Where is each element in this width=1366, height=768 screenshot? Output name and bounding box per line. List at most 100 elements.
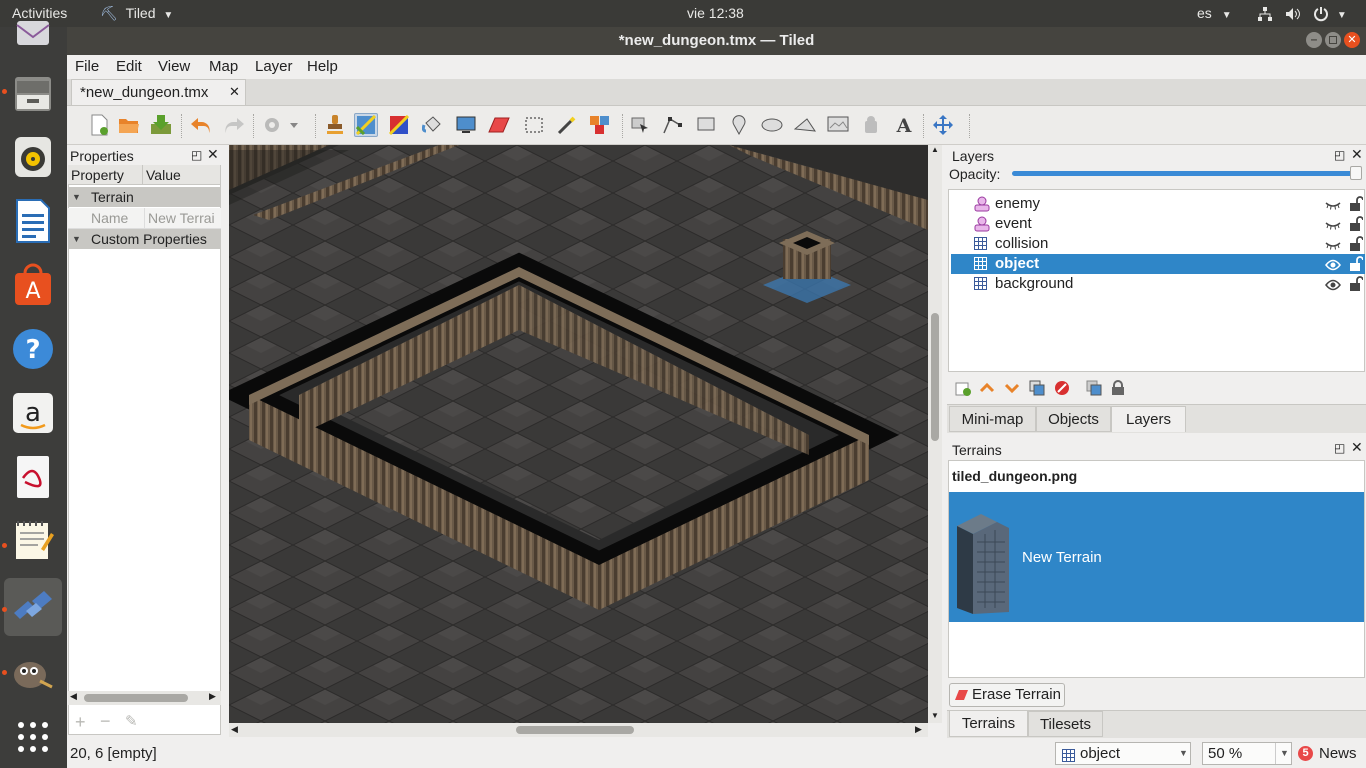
language-indicator[interactable]: es ▼ xyxy=(1197,0,1232,27)
lock-icon[interactable] xyxy=(1349,276,1364,297)
new-map-icon[interactable] xyxy=(87,113,111,137)
volume-icon[interactable] xyxy=(1285,0,1301,27)
terrain-brush-icon[interactable] xyxy=(354,113,378,137)
menu-help[interactable]: Help xyxy=(307,58,338,75)
stamp-brush-icon[interactable] xyxy=(323,113,347,137)
opacity-slider-handle[interactable] xyxy=(1350,166,1362,180)
help-icon[interactable]: ? xyxy=(7,323,59,375)
edit-polygons-icon[interactable] xyxy=(661,113,685,137)
undo-icon[interactable] xyxy=(189,113,213,137)
rhythmbox-icon[interactable] xyxy=(7,131,59,183)
column-header-property[interactable]: Property xyxy=(68,165,143,185)
property-name-value[interactable]: New Terrai xyxy=(144,208,222,228)
rename-property-icon[interactable]: ✎ xyxy=(125,712,138,730)
isometric-map-view[interactable] xyxy=(229,145,928,723)
libreoffice-writer-icon[interactable] xyxy=(7,195,59,247)
opacity-slider[interactable] xyxy=(1012,171,1357,176)
scroll-right-icon[interactable]: ▶ xyxy=(915,724,922,735)
gimp-icon[interactable] xyxy=(7,647,59,699)
wang-brush-icon[interactable] xyxy=(387,113,411,137)
terrain-item[interactable]: New Terrain xyxy=(949,492,1364,622)
zoom-select[interactable]: 50 % ▼ xyxy=(1202,742,1292,765)
map-canvas[interactable] xyxy=(229,145,928,723)
canvas-vscrollbar[interactable]: ▲ ▼ xyxy=(928,145,942,723)
open-map-icon[interactable] xyxy=(117,113,141,137)
layer-row-enemy[interactable]: enemy xyxy=(951,194,1365,214)
shape-fill-icon[interactable] xyxy=(454,113,478,137)
close-tab-icon[interactable]: ✕ xyxy=(229,84,240,100)
group-custom-properties[interactable]: ▼ Custom Properties xyxy=(68,229,221,249)
tab-objects[interactable]: Objects xyxy=(1036,406,1111,432)
app-menu[interactable]: ⛏ Tiled ▼ xyxy=(100,0,173,27)
raise-layer-icon[interactable] xyxy=(979,380,995,399)
document-viewer-icon[interactable] xyxy=(7,451,59,503)
insert-template-icon[interactable] xyxy=(859,113,883,137)
scroll-thumb[interactable] xyxy=(931,313,939,441)
magic-wand-icon[interactable] xyxy=(555,113,579,137)
remove-property-icon[interactable]: − xyxy=(100,711,111,732)
tiled-app-icon[interactable] xyxy=(4,578,62,636)
close-button[interactable]: ✕ xyxy=(1344,32,1360,48)
tab-tilesets[interactable]: Tilesets xyxy=(1028,711,1103,737)
insert-text-icon[interactable]: A xyxy=(892,113,916,137)
scroll-left-icon[interactable]: ◀ xyxy=(70,691,77,702)
insert-point-icon[interactable] xyxy=(727,113,751,137)
eraser-icon[interactable] xyxy=(487,113,511,137)
duplicate-layer-icon[interactable] xyxy=(1029,380,1045,399)
files-app-icon[interactable] xyxy=(7,67,59,119)
layer-row-event[interactable]: event xyxy=(951,214,1365,234)
document-tab[interactable]: *new_dungeon.tmx ✕ xyxy=(71,79,246,105)
email-app-icon[interactable] xyxy=(7,21,59,49)
toggle-other-layers-icon[interactable] xyxy=(1086,380,1102,399)
window-title-bar[interactable]: *new_dungeon.tmx — Tiled – ✕ xyxy=(67,27,1366,55)
menu-map[interactable]: Map xyxy=(209,58,238,75)
insert-tile-icon[interactable] xyxy=(826,113,850,137)
insert-rectangle-icon[interactable] xyxy=(694,113,718,137)
network-icon[interactable] xyxy=(1257,0,1273,27)
clock[interactable]: vie 12:38 xyxy=(687,0,744,27)
float-panel-icon[interactable]: ◰ xyxy=(1334,441,1345,455)
insert-polygon-icon[interactable] xyxy=(793,113,817,137)
scroll-thumb[interactable] xyxy=(84,694,188,702)
tab-layers[interactable]: Layers xyxy=(1111,406,1186,432)
float-panel-icon[interactable]: ◰ xyxy=(1334,148,1345,162)
layer-select[interactable]: object ▼ xyxy=(1055,742,1191,765)
power-icon[interactable]: ▼ xyxy=(1313,0,1347,27)
select-objects-icon[interactable] xyxy=(628,113,652,137)
eye-icon[interactable] xyxy=(1325,277,1341,297)
text-editor-icon[interactable] xyxy=(7,515,59,567)
canvas-hscrollbar[interactable]: ◀ ▶ xyxy=(229,723,928,737)
amazon-icon[interactable]: a xyxy=(7,387,59,439)
save-map-icon[interactable] xyxy=(149,113,173,137)
scroll-up-icon[interactable]: ▲ xyxy=(931,145,939,154)
select-same-tile-icon[interactable] xyxy=(588,113,612,137)
menu-file[interactable]: File xyxy=(75,58,99,75)
minimize-button[interactable]: – xyxy=(1306,32,1322,48)
property-row-name[interactable]: Name New Terrai xyxy=(68,208,221,229)
tab-terrains[interactable]: Terrains xyxy=(949,711,1028,737)
redo-icon[interactable] xyxy=(222,113,246,137)
delete-layer-icon[interactable] xyxy=(1054,380,1070,399)
show-applications-icon[interactable] xyxy=(7,711,59,763)
commands-icon[interactable] xyxy=(261,113,301,137)
scroll-right-icon[interactable]: ▶ xyxy=(209,691,216,702)
rectangular-select-icon[interactable] xyxy=(522,113,546,137)
tab-mini-map[interactable]: Mini-map xyxy=(949,406,1036,432)
lock-layers-icon[interactable] xyxy=(1111,380,1125,399)
menu-layer[interactable]: Layer xyxy=(255,58,293,75)
menu-view[interactable]: View xyxy=(158,58,190,75)
maximize-button[interactable] xyxy=(1325,32,1341,48)
lower-layer-icon[interactable] xyxy=(1004,380,1020,399)
column-header-value[interactable]: Value xyxy=(143,165,221,185)
bucket-fill-icon[interactable] xyxy=(420,113,444,137)
erase-terrain-button[interactable]: Erase Terrain xyxy=(949,683,1065,707)
add-property-icon[interactable]: + xyxy=(75,712,86,733)
scroll-left-icon[interactable]: ◀ xyxy=(231,724,238,735)
group-terrain[interactable]: ▼ Terrain xyxy=(68,187,221,207)
close-panel-icon[interactable]: ✕ xyxy=(1351,439,1363,456)
new-layer-icon[interactable] xyxy=(955,380,971,399)
world-move-icon[interactable] xyxy=(931,113,955,137)
close-panel-icon[interactable]: ✕ xyxy=(207,146,219,163)
menu-edit[interactable]: Edit xyxy=(116,58,142,75)
layer-row-background[interactable]: background xyxy=(951,274,1365,294)
